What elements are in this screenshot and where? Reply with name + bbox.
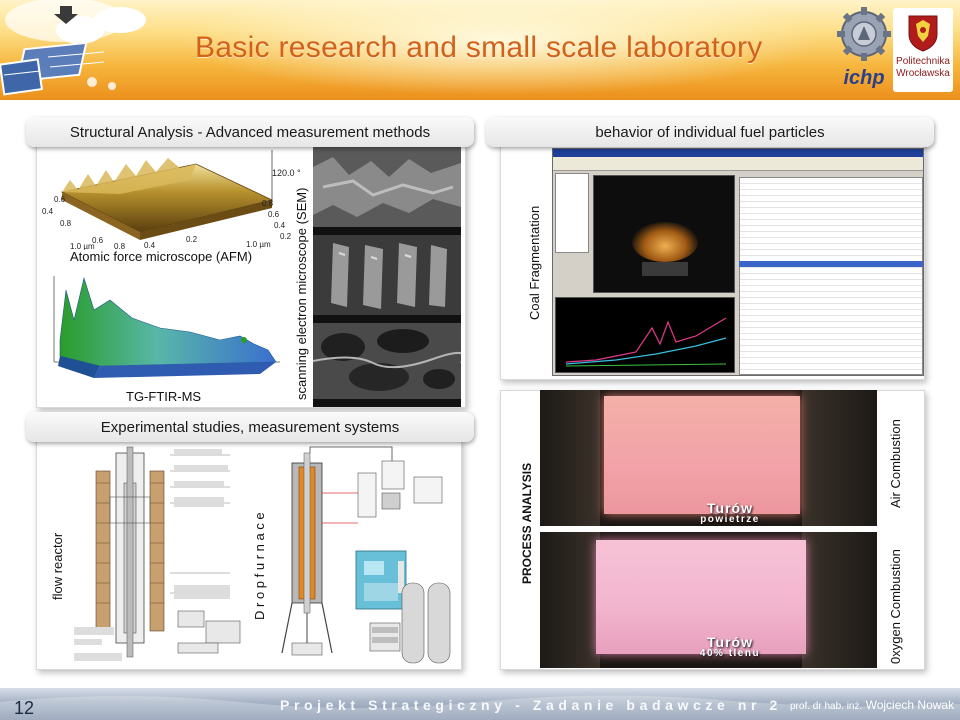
slide-footer: 12 Projekt Strategiczny - Zadanie badawc… [0, 688, 960, 720]
slide-header: Basic research and small scale laborator… [0, 0, 960, 100]
afm-tick: 0.4 [42, 207, 54, 216]
air-combustion-caption: Air Combustion [888, 419, 903, 508]
ichp-logo-icon: ichp [837, 7, 891, 89]
page-title: Basic research and small scale laborator… [195, 31, 763, 64]
pwr-logo: Politechnika Wrocławska [893, 8, 953, 92]
afm-tick: 0.6 [268, 210, 280, 219]
turow-air-sublabel: powietrze [700, 514, 760, 525]
experimental-studies-header: Experimental studies, measurement system… [26, 412, 474, 442]
afm-tick: 0.4 [274, 221, 286, 230]
pwr-line1: Politechnika [896, 56, 950, 67]
afm-caption: Atomic force microscope (AFM) [70, 249, 253, 264]
flow-reactor-caption: flow reactor [50, 532, 65, 600]
university-crest-icon [908, 15, 938, 52]
afm-tick: 0.8 [262, 199, 274, 208]
solar-panel-decoration-icon [0, 0, 146, 96]
oxygen-combustion-caption: 0xygen Combustion [888, 549, 903, 664]
afm-z-label: 120.0 ° [272, 168, 301, 178]
tgftir-3d-plot [53, 276, 280, 378]
afm-tick: 0.2 [186, 235, 198, 244]
author-title: prof. dr hab. inż. [790, 701, 863, 712]
afm-tick: 0.2 [280, 232, 292, 241]
drop-furnace-caption: D r o p f u r n a c e [252, 512, 267, 620]
coal-fragmentation-caption: Coal Fragmentation [527, 205, 542, 320]
turow-oxy-sublabel: 40% tlenu [699, 648, 761, 659]
afm-surface-plot: 120.0 ° 0.8 0.6 0.4 0.2 1.0 µm 0.2 0.4 0… [42, 150, 301, 250]
process-analysis-caption: PROCESS ANALYSIS [520, 462, 534, 584]
page-number: 12 [14, 698, 35, 718]
flow-reactor-diagram [74, 446, 241, 661]
oxygen-combustion-image: Turów 40% tlenu [540, 532, 877, 668]
air-combustion-image: Turów powietrze [540, 390, 877, 526]
project-title: Projekt Strategiczny - Zadanie badawcze … [280, 697, 782, 713]
software-screenshot [552, 148, 924, 376]
afm-tick: 0.6 [54, 195, 66, 204]
afm-tick: 0.8 [60, 219, 72, 228]
author-name: Wojciech Nowak [865, 698, 955, 712]
ichp-logo-text: ichp [843, 67, 884, 89]
sem-image [313, 147, 461, 407]
sem-caption: scanning electron microscope (SEM) [294, 187, 309, 400]
structural-analysis-header: Structural Analysis - Advanced measureme… [26, 117, 474, 147]
tgftir-caption: TG-FTIR-MS [126, 389, 202, 404]
author: prof. dr hab. inż. Wojciech Nowak [790, 698, 954, 712]
drop-furnace-diagram [281, 446, 451, 664]
pwr-line2: Wrocławska [896, 68, 950, 79]
fuel-particles-header: behavior of individual fuel particles [486, 117, 934, 147]
afm-tick: 1.0 µm [246, 240, 271, 249]
